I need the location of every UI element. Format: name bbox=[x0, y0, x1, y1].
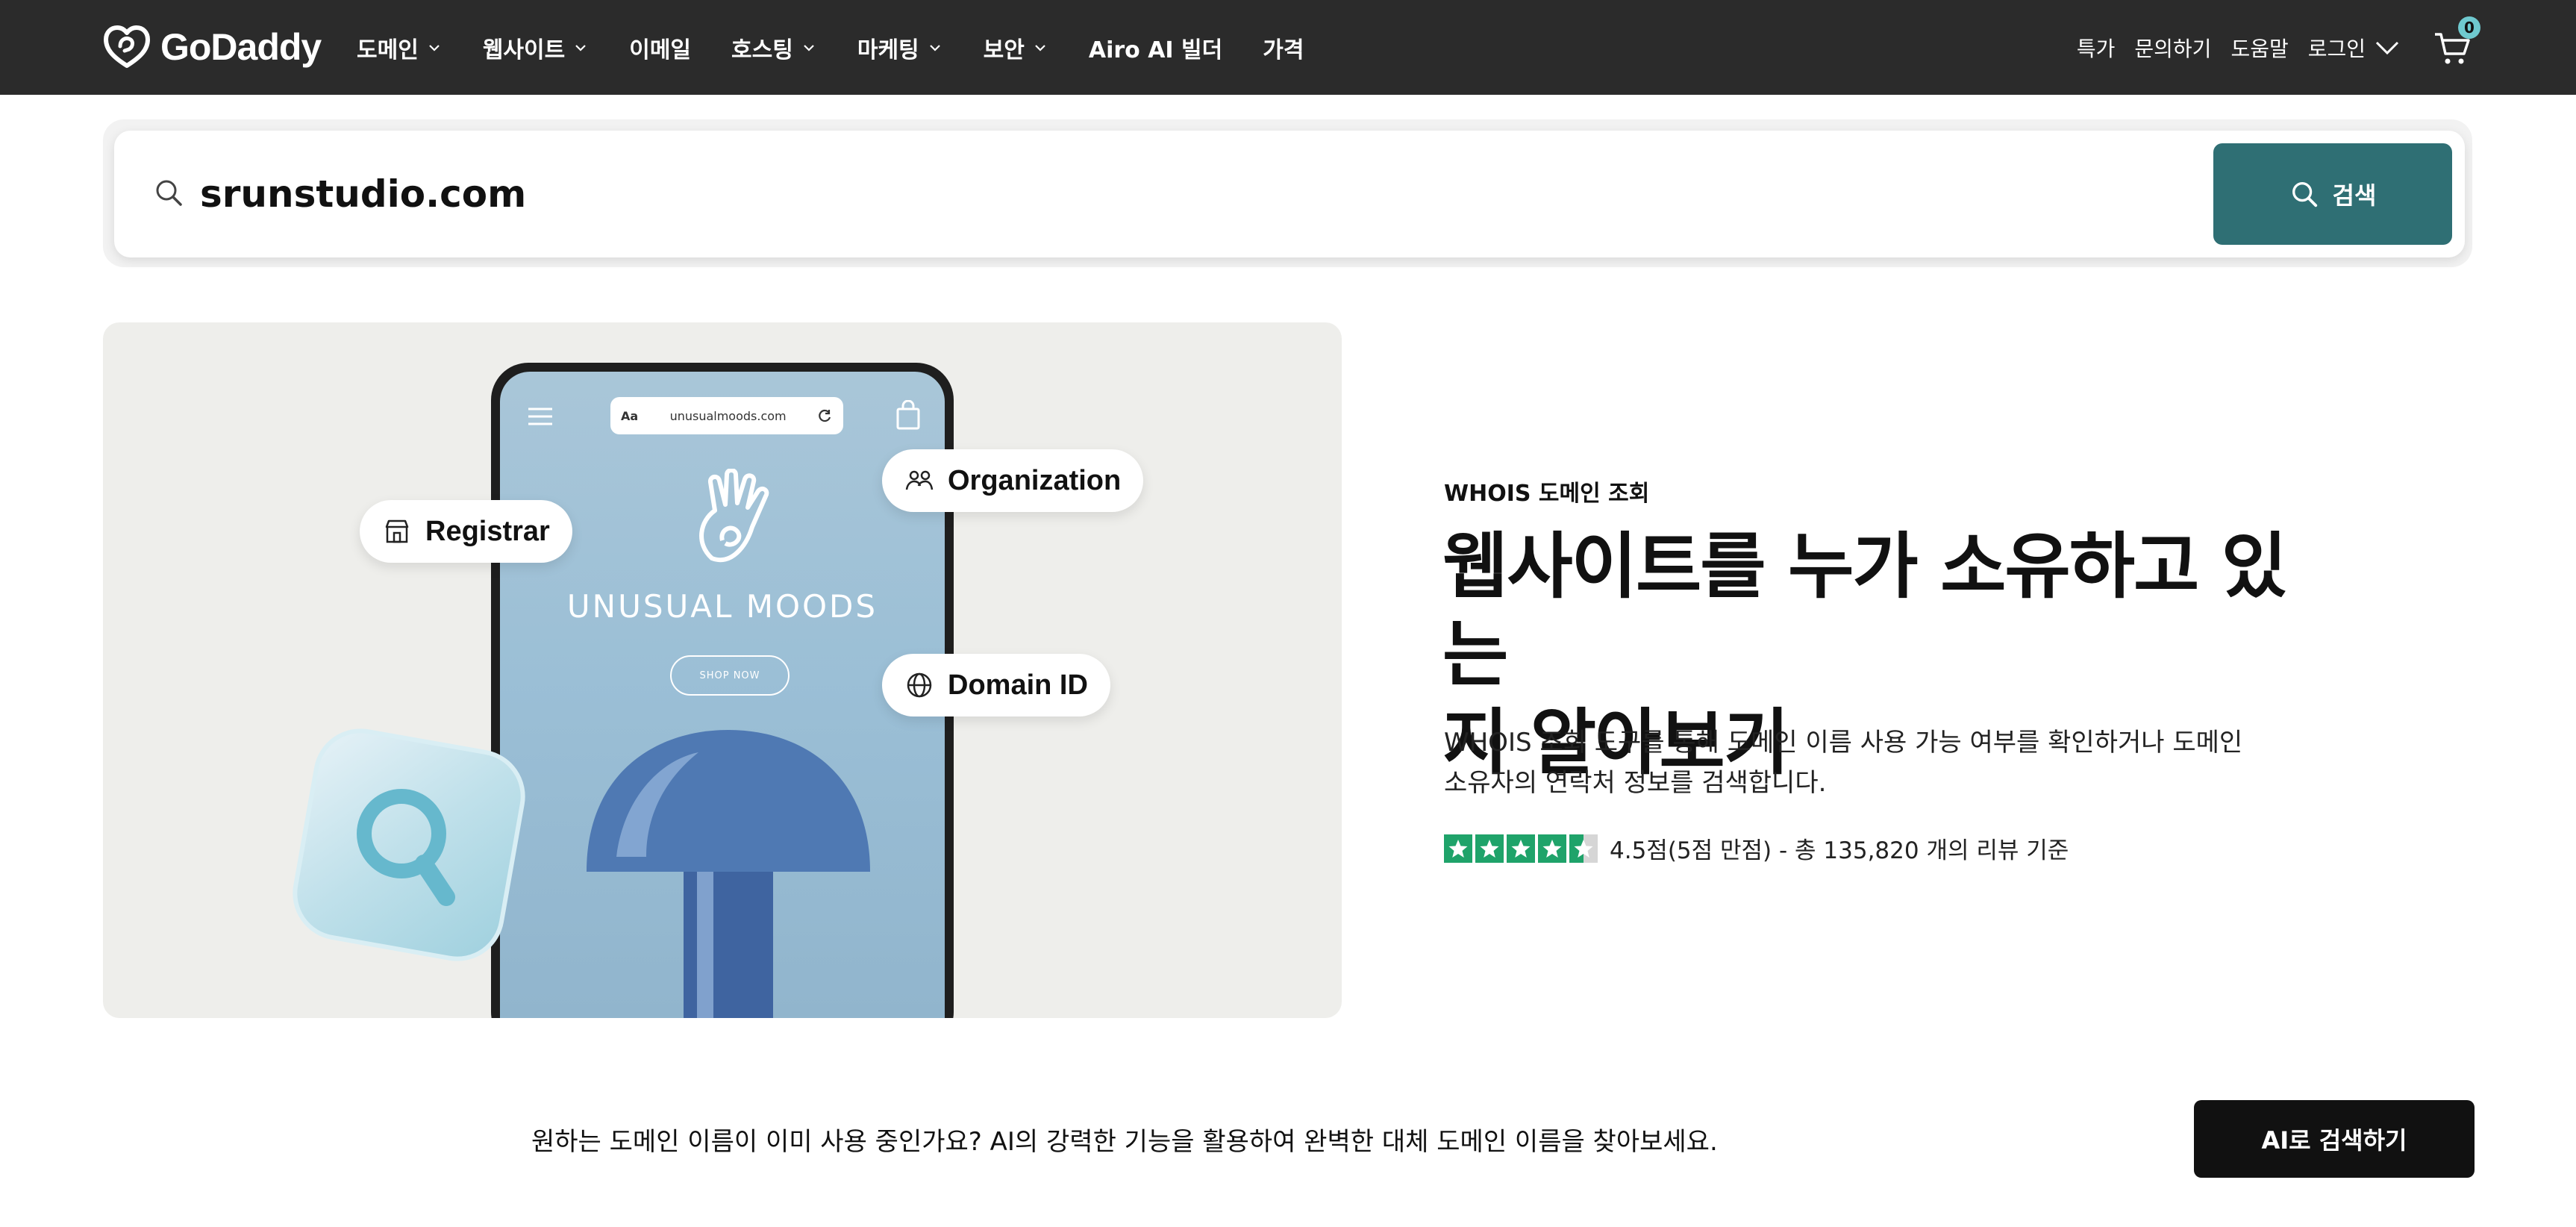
nav-item-pricing[interactable]: 가격 bbox=[1263, 31, 1304, 64]
registrar-label: Registrar bbox=[425, 515, 550, 547]
hero-illustration: Aa unusualmoods.com UNUSUAL MOODS SHOP N… bbox=[103, 322, 1342, 1018]
search-icon bbox=[2292, 182, 2317, 207]
search-button[interactable]: 검색 bbox=[2213, 143, 2452, 245]
globe-icon bbox=[907, 672, 932, 698]
domain-search-input[interactable] bbox=[200, 160, 2200, 228]
rating-text: 4.5점(5점 만점) - 총 135,820 개의 리뷰 기준 bbox=[1610, 837, 2069, 864]
domain-id-pill: Domain ID bbox=[882, 654, 1110, 716]
hamburger-menu-icon bbox=[528, 408, 552, 425]
headline-line-1: 웹사이트를 누가 소유하고 있는 bbox=[1442, 525, 2287, 696]
cart-button[interactable]: 0 bbox=[2433, 16, 2480, 67]
search-icon bbox=[156, 180, 182, 206]
nav-item-label: 이메일 bbox=[629, 37, 692, 63]
main-nav: 도메인 웹사이트 이메일 호스팅 마케팅 보안 Airo AI 빌더 가격 bbox=[357, 0, 1344, 95]
ai-suggestion-banner-text: 원하는 도메인 이름이 이미 사용 중인가요? AI의 강력한 기능을 활용하여… bbox=[531, 1127, 1718, 1157]
chevron-down-icon bbox=[2375, 41, 2399, 54]
star-icon bbox=[1444, 834, 1472, 863]
contact-link[interactable]: 문의하기 bbox=[2134, 33, 2211, 63]
godaddy-logo[interactable]: GoDaddy bbox=[102, 22, 322, 72]
login-menu[interactable]: 로그인 bbox=[2308, 33, 2400, 63]
nav-item-label: 가격 bbox=[1263, 37, 1304, 63]
chevron-down-icon bbox=[1035, 44, 1045, 51]
hero-description: WHOIS 조회 도구를 통해 도메인 이름 사용 가능 여부를 확인하거나 도… bbox=[1444, 722, 2250, 803]
people-group-icon bbox=[905, 470, 934, 490]
star-icon bbox=[1507, 834, 1535, 863]
trustpilot-rating[interactable]: 4.5점(5점 만점) - 총 135,820 개의 리뷰 기준 bbox=[1444, 831, 2069, 865]
nav-item-label: 웹사이트 bbox=[482, 37, 566, 63]
star-icon bbox=[1538, 834, 1566, 863]
nav-item-label: 마케팅 bbox=[857, 37, 919, 63]
chevron-down-icon bbox=[575, 44, 586, 51]
nav-item-label: 호스팅 bbox=[731, 37, 793, 63]
deals-link[interactable]: 특가 bbox=[2077, 33, 2116, 63]
cart-count-badge: 0 bbox=[2458, 16, 2480, 39]
nav-item-label: 도메인 bbox=[357, 37, 419, 63]
eyebrow-label: WHOIS 도메인 조회 bbox=[1444, 481, 1650, 507]
star-icon bbox=[1475, 834, 1504, 863]
description-line-1: WHOIS 조회 도구를 통해 도메인 이름 사용 가능 여부를 확인하거나 도… bbox=[1444, 728, 2243, 758]
storefront-icon bbox=[385, 519, 409, 543]
logo-text: GoDaddy bbox=[160, 26, 322, 68]
shopping-bag-icon bbox=[896, 400, 920, 430]
half-star-icon bbox=[1569, 834, 1598, 863]
phone-screen: Aa unusualmoods.com UNUSUAL MOODS SHOP N… bbox=[500, 372, 945, 1018]
mushroom-lamp-image bbox=[587, 730, 870, 1018]
description-line-2: 소유자의 연락처 정보를 검색합니다. bbox=[1444, 768, 1827, 798]
top-navigation: GoDaddy 도메인 웹사이트 이메일 호스팅 마케팅 보안 Airo AI … bbox=[0, 0, 2576, 95]
godaddy-heart-icon bbox=[104, 25, 150, 68]
nav-item-label: 보안 bbox=[983, 37, 1025, 63]
registrar-pill: Registrar bbox=[360, 500, 572, 563]
shop-now-button: SHOP NOW bbox=[670, 655, 790, 696]
rating-stars bbox=[1444, 834, 1598, 863]
nav-item-security[interactable]: 보안 bbox=[984, 31, 1048, 64]
glass-search-tile-image bbox=[293, 728, 525, 961]
chevron-down-icon bbox=[429, 44, 440, 51]
hand-brand-logo-icon bbox=[699, 469, 769, 562]
browser-url-bar: Aa unusualmoods.com bbox=[610, 397, 843, 434]
help-link[interactable]: 도움말 bbox=[2230, 33, 2288, 63]
chevron-down-icon bbox=[804, 44, 814, 51]
organization-pill: Organization bbox=[882, 449, 1144, 512]
chevron-down-icon bbox=[929, 44, 940, 51]
nav-item-email[interactable]: 이메일 bbox=[629, 31, 691, 64]
nav-item-hosting[interactable]: 호스팅 bbox=[731, 31, 817, 64]
nav-item-airo-ai-builder[interactable]: Airo AI 빌더 bbox=[1089, 31, 1222, 64]
login-label: 로그인 bbox=[2307, 36, 2366, 61]
domain-id-label: Domain ID bbox=[948, 669, 1088, 701]
reload-icon bbox=[819, 409, 831, 422]
nav-item-label: Airo AI 빌더 bbox=[1088, 37, 1223, 63]
nav-item-websites[interactable]: 웹사이트 bbox=[483, 31, 589, 64]
nav-item-marketing[interactable]: 마케팅 bbox=[857, 31, 943, 64]
url-text-size-label: Aa bbox=[621, 408, 639, 423]
brand-name-text: UNUSUAL MOODS bbox=[566, 588, 878, 625]
url-text: unusualmoods.com bbox=[669, 408, 787, 423]
utility-nav: 특가 문의하기 도움말 로그인 0 bbox=[2057, 0, 2576, 95]
search-button-label: 검색 bbox=[2332, 181, 2377, 210]
nav-item-domains[interactable]: 도메인 bbox=[357, 31, 443, 64]
ai-search-button[interactable]: AI로 검색하기 bbox=[2194, 1100, 2475, 1178]
organization-label: Organization bbox=[948, 464, 1122, 496]
